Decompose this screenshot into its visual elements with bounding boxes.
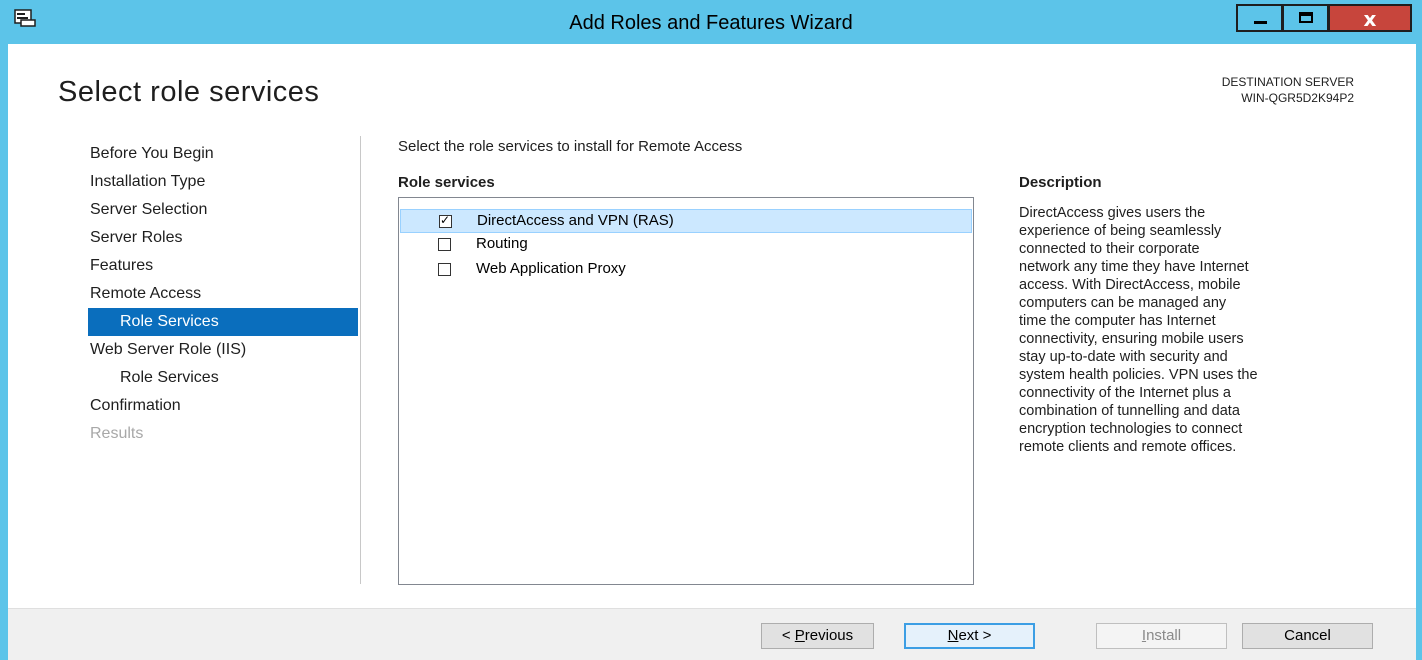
description-line: system health policies. VPN uses the — [1019, 367, 1258, 383]
maximize-button[interactable] — [1282, 4, 1329, 32]
nav-item-iis-role-services[interactable]: Role Services — [120, 364, 219, 392]
instruction-text: Select the role services to install for … — [398, 138, 743, 155]
checkmark-icon: ✓ — [440, 213, 451, 227]
nav-item-server-selection[interactable]: Server Selection — [90, 196, 207, 224]
close-button[interactable]: x — [1328, 4, 1412, 32]
minimize-icon — [1254, 21, 1267, 24]
description-line: connectivity, ensuring mobile users — [1019, 331, 1244, 347]
directaccess-vpn-checkbox[interactable]: ✓ — [439, 213, 452, 228]
install-button: Install — [1096, 623, 1227, 649]
description-line: DirectAccess gives users the — [1019, 205, 1206, 221]
destination-server-info: DESTINATION SERVER WIN-QGR5D2K94P2 — [1222, 74, 1354, 106]
nav-item-remote-access[interactable]: Remote Access — [90, 280, 201, 308]
window-title: Add Roles and Features Wizard — [569, 12, 853, 34]
description-line: encryption technologies to connect — [1019, 421, 1243, 437]
destination-server-name: WIN-QGR5D2K94P2 — [1241, 91, 1354, 105]
role-service-label: DirectAccess and VPN (RAS) — [477, 212, 674, 229]
description-line: remote clients and remote offices. — [1019, 439, 1237, 455]
web-application-proxy-checkbox[interactable] — [438, 263, 451, 276]
previous-mnemonic: P — [794, 627, 805, 644]
role-service-label: Routing — [476, 235, 528, 252]
nav-item-before-you-begin[interactable]: Before You Begin — [90, 140, 214, 168]
nav-divider — [360, 136, 361, 584]
role-service-row-directaccess-vpn[interactable]: ✓ DirectAccess and VPN (RAS) — [400, 209, 972, 233]
description-line: connectivity of the Internet plus a — [1019, 385, 1231, 401]
previous-rest: revious — [804, 627, 854, 644]
description-text: DirectAccess gives users the experience … — [1019, 204, 1363, 456]
role-service-row-routing[interactable]: Routing — [400, 233, 972, 257]
next-button[interactable]: Next > — [904, 623, 1035, 649]
close-icon: x — [1363, 7, 1377, 31]
nav-item-results: Results — [90, 425, 144, 442]
description-header: Description — [1019, 174, 1102, 191]
description-line: network any time they have Internet — [1019, 259, 1249, 275]
role-service-row-web-application-proxy[interactable]: Web Application Proxy — [400, 258, 972, 282]
nav-item-web-server-role[interactable]: Web Server Role (IIS) — [90, 336, 246, 364]
next-mnemonic: N — [947, 627, 959, 644]
wizard-window: Add Roles and Features Wizard x Select r… — [0, 0, 1422, 660]
role-services-header: Role services — [398, 174, 495, 191]
destination-server-label: DESTINATION SERVER — [1221, 75, 1354, 89]
description-line: connected to their corporate — [1019, 241, 1200, 257]
role-services-list[interactable]: ✓ DirectAccess and VPN (RAS) Routing Web… — [398, 197, 974, 585]
title-bar[interactable]: Add Roles and Features Wizard x — [0, 0, 1422, 44]
page-title: Select role services — [58, 76, 320, 108]
nav-item-features[interactable]: Features — [90, 252, 153, 280]
wizard-content: Select role services DESTINATION SERVER … — [8, 44, 1416, 660]
cancel-button[interactable]: Cancel — [1242, 623, 1373, 649]
maximize-icon — [1299, 12, 1313, 23]
description-line: combination of tunnelling and data — [1019, 403, 1240, 419]
nav-item-confirmation[interactable]: Confirmation — [90, 392, 181, 420]
previous-prefix: < — [781, 627, 795, 644]
nav-item-remote-access-role-services[interactable]: Role Services — [88, 308, 358, 336]
minimize-button[interactable] — [1236, 4, 1283, 32]
wizard-footer: < Previous Next > Install Cancel — [8, 608, 1416, 660]
next-rest: ext > — [958, 627, 992, 644]
install-rest: nstall — [1146, 627, 1182, 644]
nav-item-server-roles[interactable]: Server Roles — [90, 224, 182, 252]
description-line: computers can be managed any — [1019, 295, 1227, 311]
description-line: experience of being seamlessly — [1019, 223, 1222, 239]
previous-button[interactable]: < Previous — [761, 623, 874, 649]
routing-checkbox[interactable] — [438, 238, 451, 251]
description-line: time the computer has Internet — [1019, 313, 1216, 329]
description-line: stay up-to-date with security and — [1019, 349, 1228, 365]
role-service-label: Web Application Proxy — [476, 260, 626, 277]
nav-item-installation-type[interactable]: Installation Type — [90, 168, 205, 196]
description-line: access. With DirectAccess, mobile — [1019, 277, 1241, 293]
